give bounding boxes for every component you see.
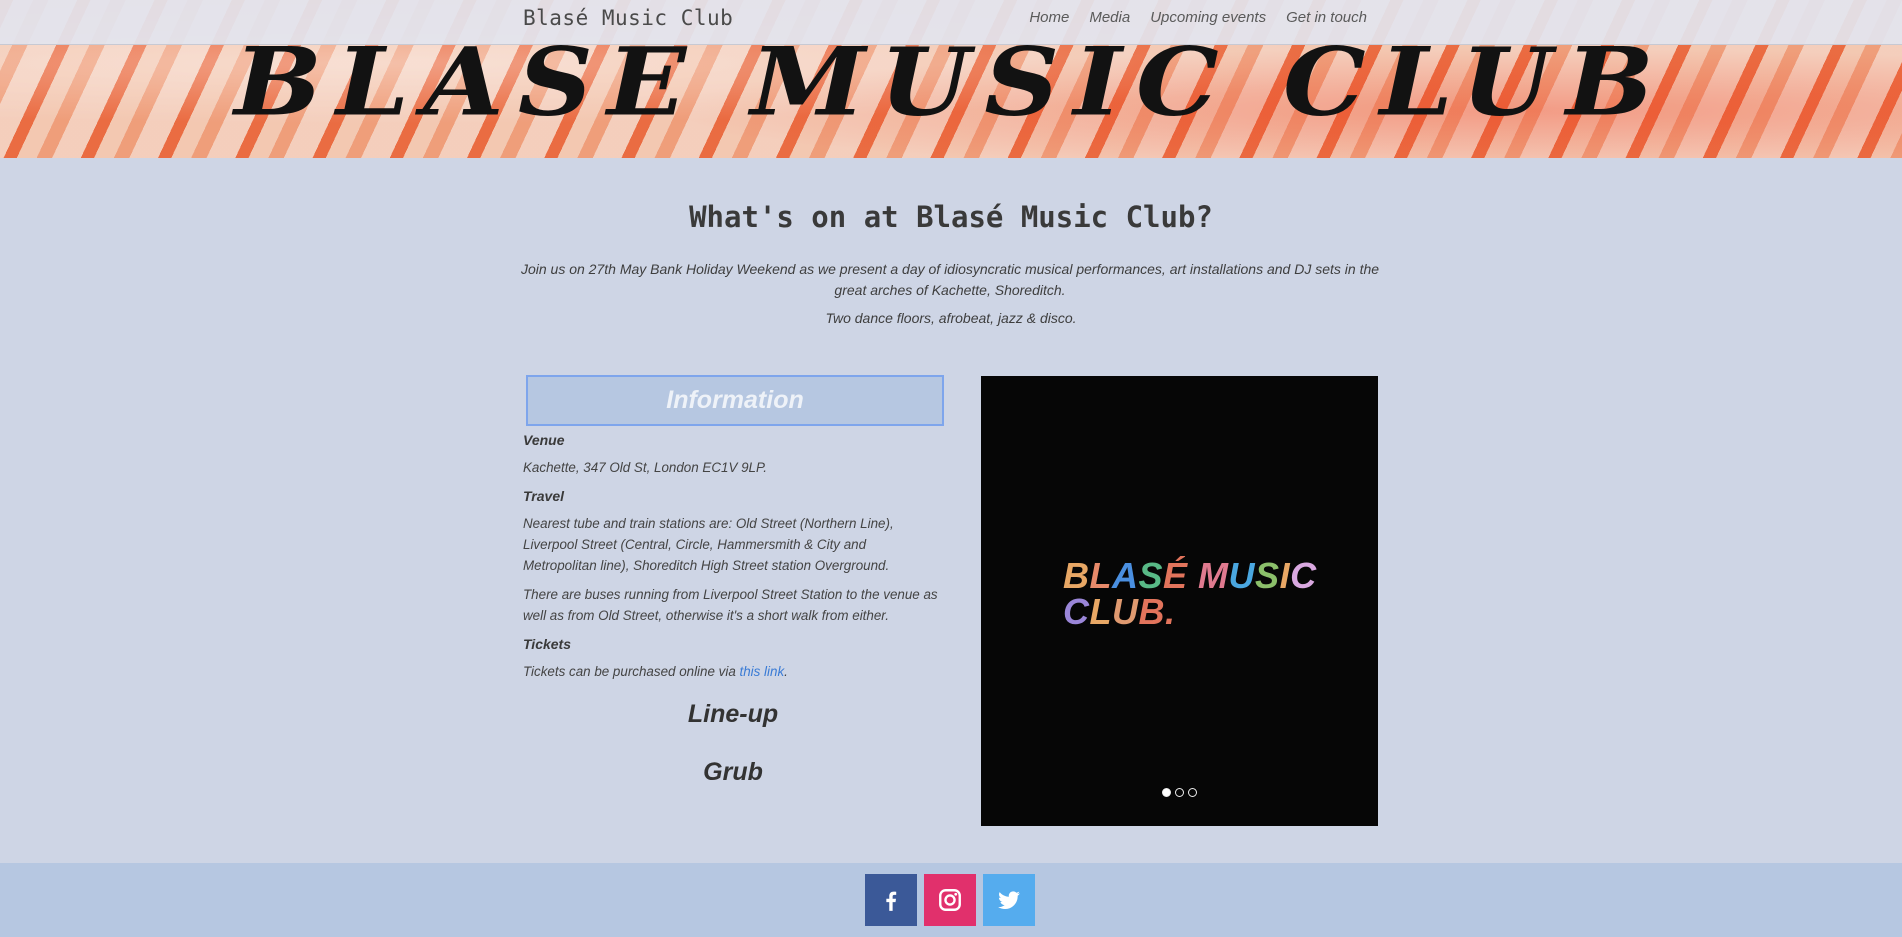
logo-line1-letter [1188,555,1199,596]
main-nav: Home Media Upcoming events Get in touch [1029,9,1367,26]
facebook-icon [886,891,897,911]
slider-dot[interactable] [1162,788,1171,797]
social-links [865,874,1035,926]
logo-line1-letter: A [1112,555,1139,596]
logo-line1-letter: É [1163,555,1188,596]
nav-home-link[interactable]: Home [1029,9,1069,26]
image-slider[interactable]: BLASÉ MUSIC CLUB. [981,376,1378,826]
nav-get-in-touch-link[interactable]: Get in touch [1286,9,1367,26]
logo-line2-letter: . [1165,591,1176,632]
nav-upcoming-events-link[interactable]: Upcoming events [1150,9,1266,26]
logo-line1-letter: S [1255,555,1280,596]
grub-heading[interactable]: Grub [523,758,943,787]
nav-media-link[interactable]: Media [1089,9,1130,26]
logo-line1-letter: B [1063,555,1090,596]
tickets-text-prefix: Tickets can be purchased online via [523,664,740,679]
top-navbar: Blasé Music Club Home Media Upcoming eve… [0,0,1902,45]
slider-dot[interactable] [1175,788,1184,797]
logo-line2-letter: C [1063,591,1090,632]
slider-pagination [1162,788,1197,797]
tickets-label: Tickets [523,636,571,652]
logo-line1-letter: S [1138,555,1164,596]
logo-line2-letter: L [1089,591,1112,632]
tickets-link[interactable]: this link [740,664,785,679]
twitter-button[interactable] [983,874,1035,926]
logo-line1-letter: U [1228,555,1256,596]
information-header[interactable]: Information [526,375,944,426]
instagram-icon [939,889,961,911]
venue-address: Kachette, 347 Old St, London EC1V 9LP. [523,460,767,475]
information-panel: Venue Kachette, 347 Old St, London EC1V … [523,430,943,690]
travel-stations: Nearest tube and train stations are: Old… [523,516,894,573]
logo-line1-letter: I [1279,555,1291,596]
logo-line1-letter: M [1198,555,1229,596]
travel-buses: There are buses running from Liverpool S… [523,587,938,623]
intro-paragraph: Join us on 27th May Bank Holiday Weekend… [520,261,1380,298]
tickets-text-end: . [784,664,788,679]
slide-logo: BLASÉ MUSIC CLUB. [1063,558,1317,630]
intro-genres: Two dance floors, afrobeat, jazz & disco… [825,310,1077,326]
slider-dot[interactable] [1188,788,1197,797]
site-brand[interactable]: Blasé Music Club [523,6,733,30]
travel-label: Travel [523,488,564,504]
instagram-button[interactable] [924,874,976,926]
logo-line2-letter: U [1112,591,1139,632]
slide-logo-line2: CLUB. [1063,594,1317,630]
twitter-icon [998,891,1020,909]
lineup-heading[interactable]: Line-up [523,700,943,729]
page-title: What's on at Blasé Music Club? [689,200,1213,234]
tickets-text: Tickets can be purchased online via this… [523,661,943,682]
information-header-label: Information [666,386,804,414]
facebook-button[interactable] [865,874,917,926]
footer [0,863,1902,937]
venue-label: Venue [523,432,565,448]
logo-line2-letter: B [1138,591,1165,632]
logo-line1-letter: C [1290,555,1317,596]
hero-title: BLASE MUSIC CLUB [234,26,1668,137]
slide-logo-line1: BLASÉ MUSIC [1063,558,1317,594]
logo-line1-letter: L [1089,555,1112,596]
